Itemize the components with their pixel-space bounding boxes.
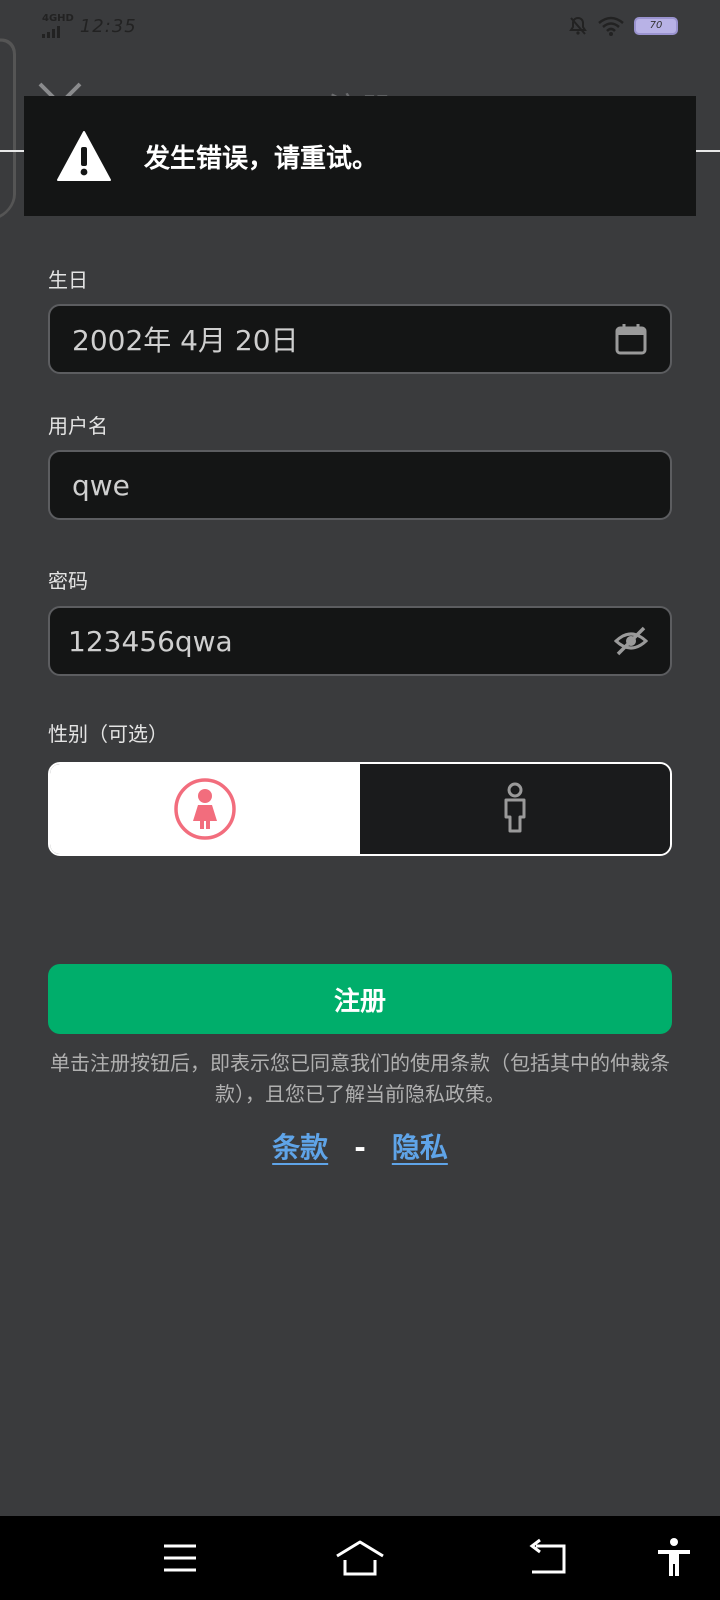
menu-icon[interactable] [158, 1536, 202, 1580]
status-time: 12:35 [79, 15, 137, 37]
privacy-link[interactable]: 隐私 [392, 1131, 448, 1164]
female-icon [174, 778, 236, 840]
home-icon[interactable] [334, 1536, 386, 1580]
accessibility-icon[interactable] [652, 1536, 696, 1580]
status-right: 70 [568, 16, 678, 36]
register-screen: 4GHD 12:35 70 注册 [0, 0, 720, 1600]
password-field[interactable]: 123456qwa [48, 606, 672, 676]
terms-text: 单击注册按钮后，即表示您已同意我们的使用条款（包括其中的仲裁条款），且您已了解当… [50, 1051, 670, 1106]
gender-option-male[interactable] [360, 764, 670, 854]
eye-off-icon[interactable] [614, 624, 648, 658]
status-bar: 4GHD 12:35 70 [0, 0, 720, 52]
terms-link[interactable]: 条款 [272, 1131, 328, 1164]
navigation-bar [0, 1516, 720, 1600]
gender-option-female[interactable] [50, 764, 360, 854]
warning-icon [57, 131, 111, 181]
signal-icon: 4GHD [42, 14, 74, 38]
wifi-icon [598, 16, 624, 36]
male-icon [504, 782, 526, 833]
background-decoration [0, 33, 16, 227]
legal-links: 条款 - 隐私 [0, 1126, 720, 1166]
birthday-field[interactable]: 2002年 4月 20日 [48, 304, 672, 374]
birthday-value: 2002年 4月 20日 [72, 324, 299, 357]
username-field[interactable]: qwe [48, 450, 672, 520]
username-value: qwe [72, 468, 130, 502]
battery-icon: 70 [634, 17, 678, 35]
username-label: 用户名 [48, 414, 108, 438]
toast-message: 发生错误，请重试。 [144, 143, 379, 174]
gender-selector [48, 762, 672, 856]
register-button[interactable]: 注册 [48, 964, 672, 1034]
status-left: 4GHD 12:35 [42, 14, 137, 38]
password-value: 123456qwa [68, 624, 233, 658]
calendar-icon[interactable] [614, 322, 648, 356]
error-toast: 发生错误，请重试。 [24, 96, 696, 216]
network-type: 4GHD [42, 13, 74, 24]
back-icon[interactable] [526, 1536, 570, 1580]
password-label: 密码 [48, 569, 88, 593]
links-separator: - [354, 1131, 366, 1164]
bell-off-icon [569, 16, 587, 35]
gender-label: 性别（可选） [48, 722, 168, 746]
birthday-label: 生日 [48, 268, 88, 292]
